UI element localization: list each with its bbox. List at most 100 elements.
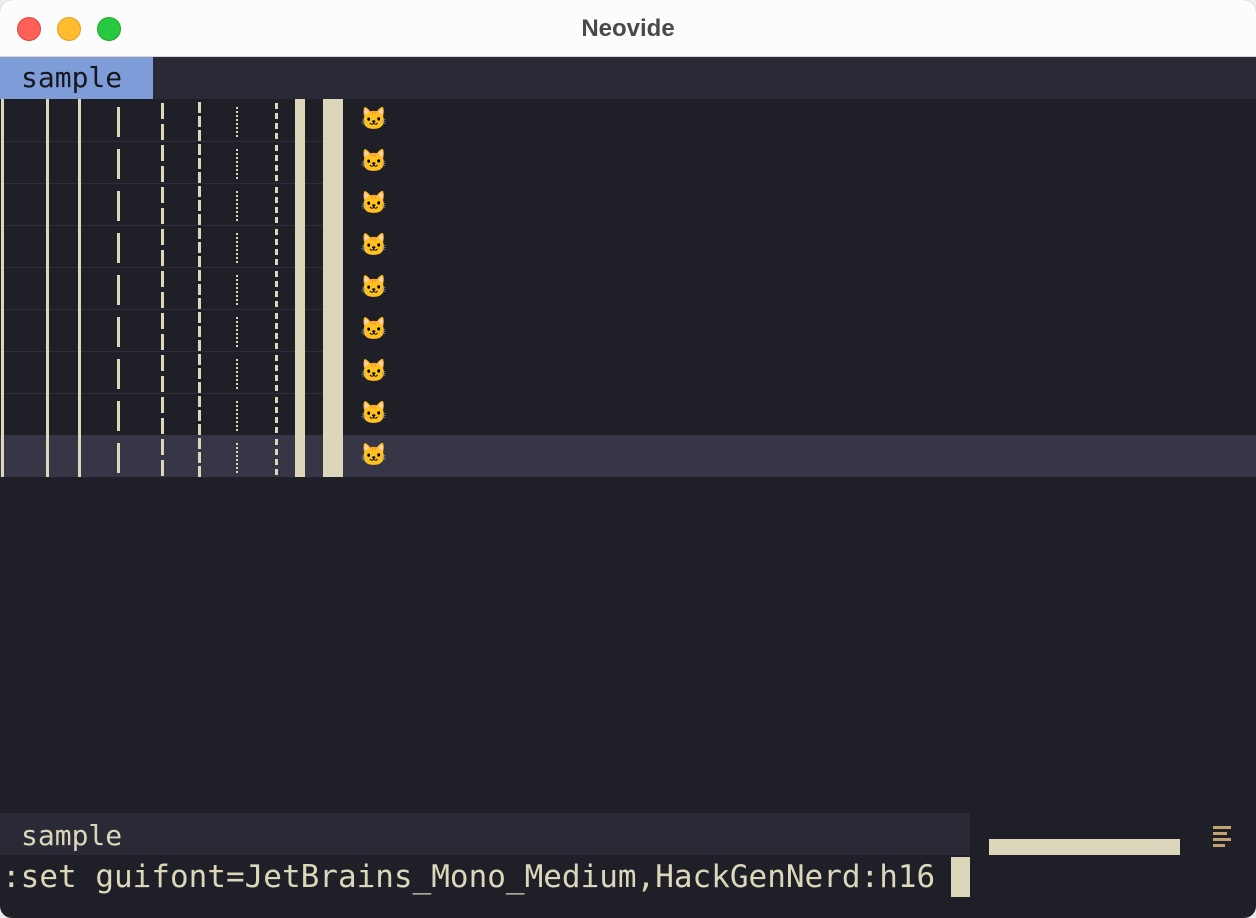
glyph-column-8 — [275, 103, 278, 475]
glyph-segment — [236, 329, 238, 331]
glyph-segment — [275, 271, 278, 277]
glyph-segment — [275, 197, 278, 203]
glyph-segment — [236, 249, 238, 251]
glyph-segment — [236, 291, 238, 293]
glyph-segment — [275, 385, 278, 391]
glyph-segment — [198, 102, 201, 113]
glyph-segment — [161, 460, 164, 476]
glyph-segment — [236, 191, 238, 193]
glyph-segment — [236, 245, 238, 247]
glyph-segment — [236, 119, 238, 121]
glyph-segment — [117, 443, 120, 473]
glyph-segment — [236, 111, 238, 113]
glyph-segment — [275, 281, 278, 287]
glyph-segment — [236, 161, 238, 163]
glyph-segment — [117, 317, 120, 347]
glyph-segment — [236, 283, 238, 285]
glyph-segment — [275, 291, 278, 297]
glyph-column-7 — [236, 107, 238, 473]
glyph-segment — [275, 323, 278, 329]
glyph-segment — [117, 233, 120, 263]
glyph-segment — [236, 463, 238, 465]
glyph-segment — [236, 333, 238, 335]
glyph-segment — [275, 239, 278, 245]
glyph-segment — [236, 321, 238, 323]
glyph-segment — [275, 301, 278, 307]
glyph-segment — [236, 131, 238, 133]
glyph-segment — [236, 471, 238, 473]
cat-icon: 🐱 — [360, 149, 388, 174]
glyph-segment — [161, 313, 164, 329]
glyph-column-3 — [78, 99, 81, 477]
glyph-segment — [236, 405, 238, 407]
glyph-segment — [236, 211, 238, 213]
glyph-segment — [161, 397, 164, 413]
glyph-segment — [236, 253, 238, 255]
glyph-segment — [236, 467, 238, 469]
glyph-segment — [198, 214, 201, 225]
glyph-segment — [275, 165, 278, 171]
glyph-segment — [236, 325, 238, 327]
glyph-segment — [236, 127, 238, 129]
glyph-segment — [275, 439, 278, 445]
glyph-segment — [275, 145, 278, 151]
glyph-segment — [236, 345, 238, 347]
command-line[interactable]: :set guifont=JetBrains_Mono_Medium,HackG… — [0, 855, 1256, 897]
glyph-segment — [198, 466, 201, 477]
glyph-segment — [117, 191, 120, 221]
glyph-segment — [198, 228, 201, 239]
glyph-segment — [236, 115, 238, 117]
editor-buffer[interactable]: 🐱 🐱 🐱 🐱 🐱 🐱 🐱 🐱 🐱 — [0, 99, 1256, 813]
glyph-segment — [236, 173, 238, 175]
cat-icon: 🐱 — [360, 233, 388, 258]
glyph-segment — [236, 429, 238, 431]
glyph-segment — [236, 257, 238, 259]
glyph-segment — [161, 208, 164, 224]
glyph-segment — [275, 113, 278, 119]
cat-icon: 🐱 — [360, 401, 388, 426]
tab-sample[interactable]: sample — [0, 57, 153, 99]
glyph-segment — [236, 237, 238, 239]
glyph-segment — [236, 241, 238, 243]
glyph-segment — [198, 298, 201, 309]
glyph-segment — [275, 469, 278, 475]
glyph-segment — [236, 459, 238, 461]
glyph-segment — [117, 149, 120, 179]
glyph-segment — [236, 387, 238, 389]
glyph-segment — [161, 187, 164, 203]
glyph-segment — [198, 116, 201, 127]
glyph-segment — [275, 375, 278, 381]
glyph-segment — [236, 135, 238, 137]
statusline: sample — [0, 813, 970, 855]
glyph-segment — [236, 317, 238, 319]
glyph-segment — [198, 144, 201, 155]
glyph-segment — [198, 312, 201, 323]
glyph-segment — [236, 375, 238, 377]
glyph-segment — [236, 401, 238, 403]
glyph-segment — [275, 343, 278, 349]
glyph-segment — [198, 368, 201, 379]
glyph-segment — [198, 242, 201, 253]
command-cursor — [951, 857, 970, 897]
glyph-segment — [275, 187, 278, 193]
cat-icon: 🐱 — [360, 317, 388, 342]
glyph-column-6 — [198, 102, 201, 477]
glyph-segment — [117, 275, 120, 305]
glyph-segment — [198, 410, 201, 421]
glyph-segment — [198, 200, 201, 211]
glyph-segment — [275, 407, 278, 413]
glyph-segment — [275, 217, 278, 223]
neovide-window: Neovide sample 🐱 🐱 🐱 🐱 🐱 🐱 🐱 🐱 🐱 sample — [0, 0, 1256, 918]
glyph-segment — [236, 195, 238, 197]
glyph-segment — [275, 123, 278, 129]
glyph-segment — [236, 123, 238, 125]
glyph-segment — [161, 334, 164, 350]
glyph-segment — [198, 256, 201, 267]
glyph-segment — [236, 177, 238, 179]
glyph-segment — [275, 175, 278, 181]
glyph-segment — [161, 145, 164, 161]
glyph-segment — [275, 417, 278, 423]
glyph-segment — [236, 233, 238, 235]
glyph-segment — [275, 259, 278, 265]
glyph-segment — [236, 359, 238, 361]
